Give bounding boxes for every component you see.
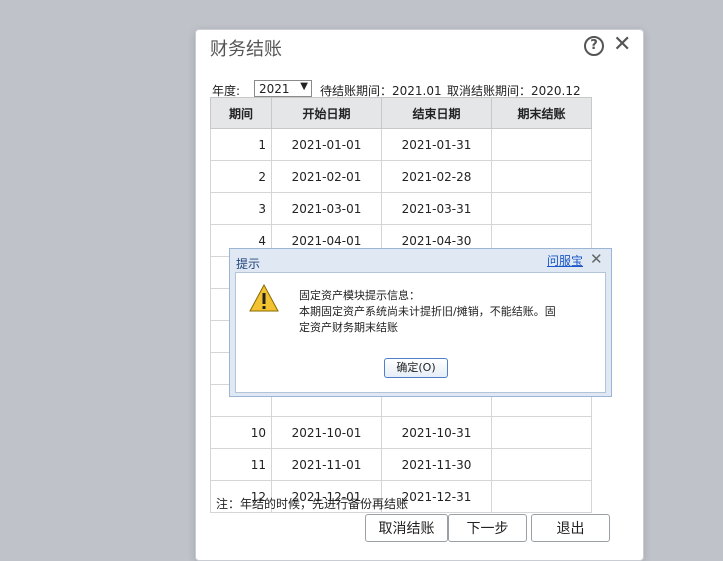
col-header-end: 结束日期 (381, 97, 492, 129)
exit-button[interactable]: 退出 (531, 514, 610, 542)
period-cell: 11 (210, 448, 272, 481)
alert-close-icon[interactable]: ✕ (590, 250, 603, 268)
col-header-closed: 期末结账 (491, 97, 592, 129)
closed-cell (491, 160, 592, 193)
help-icon[interactable]: ? (584, 36, 604, 56)
col-header-period: 期间 (210, 97, 272, 129)
alert-message-line: 定资产财务期末结账 (299, 321, 398, 334)
end-date-cell: 2021-01-31 (381, 128, 492, 161)
alert-message-line: 本期固定资产系统尚未计提折旧/摊销，不能结账。固 (299, 305, 556, 318)
col-header-start: 开始日期 (271, 97, 382, 129)
end-date-cell: 2021-11-30 (381, 448, 492, 481)
alert-message-line: 固定资产模块提示信息： (299, 289, 420, 302)
start-date-cell: 2021-03-01 (271, 192, 382, 225)
closed-cell (491, 128, 592, 161)
closed-cell (491, 192, 592, 225)
end-date-cell: 2021-02-28 (381, 160, 492, 193)
start-date-cell: 2021-11-01 (271, 448, 382, 481)
year-select[interactable]: 2021 ▼ (254, 80, 312, 97)
period-cell: 2 (210, 160, 272, 193)
table-header-row: 期间 开始日期 结束日期 期末结账 (210, 97, 592, 129)
start-date-cell: 2021-10-01 (271, 416, 382, 449)
period-cell: 1 (210, 128, 272, 161)
dialog-title: 财务结账 (210, 39, 282, 60)
closed-cell (491, 448, 592, 481)
closed-cell (491, 480, 592, 513)
period-cell: 3 (210, 192, 272, 225)
year-value: 2021 (259, 82, 290, 96)
period-cell: 10 (210, 416, 272, 449)
alert-message: 固定资产模块提示信息： 本期固定资产系统尚未计提折旧/摊销，不能结账。固 定资产… (299, 288, 589, 336)
table-row[interactable]: 3 2021-03-01 2021-03-31 (210, 192, 592, 225)
start-date-cell: 2021-02-01 (271, 160, 382, 193)
table-row[interactable]: 2 2021-02-01 2021-02-28 (210, 160, 592, 193)
alert-dialog: 提示 问服宝 ✕ 固定资产模块提示信息： 本期固定资产系统尚未计提折旧/摊销，不… (229, 248, 612, 397)
cancel-close-button[interactable]: 取消结账 (365, 514, 448, 542)
table-row[interactable]: 10 2021-10-01 2021-10-31 (210, 416, 592, 449)
next-step-button[interactable]: 下一步 (448, 514, 527, 542)
dropdown-arrow-icon: ▼ (300, 81, 308, 92)
end-date-cell: 2021-03-31 (381, 192, 492, 225)
confirm-button[interactable]: 确定(O) (384, 358, 448, 378)
year-end-note: 注：年结的时候，先进行备份再结账 (216, 497, 409, 511)
alert-title: 提示 (236, 257, 261, 271)
end-date-cell: 2021-10-31 (381, 416, 492, 449)
warning-icon (249, 284, 279, 312)
start-date-cell: 2021-01-01 (271, 128, 382, 161)
close-icon[interactable]: ✕ (613, 33, 631, 57)
table-row[interactable]: 1 2021-01-01 2021-01-31 (210, 128, 592, 161)
help-service-link[interactable]: 问服宝 (547, 252, 583, 269)
table-row[interactable]: 11 2021-11-01 2021-11-30 (210, 448, 592, 481)
closed-cell (491, 416, 592, 449)
alert-body: 固定资产模块提示信息： 本期固定资产系统尚未计提折旧/摊销，不能结账。固 定资产… (235, 272, 606, 393)
